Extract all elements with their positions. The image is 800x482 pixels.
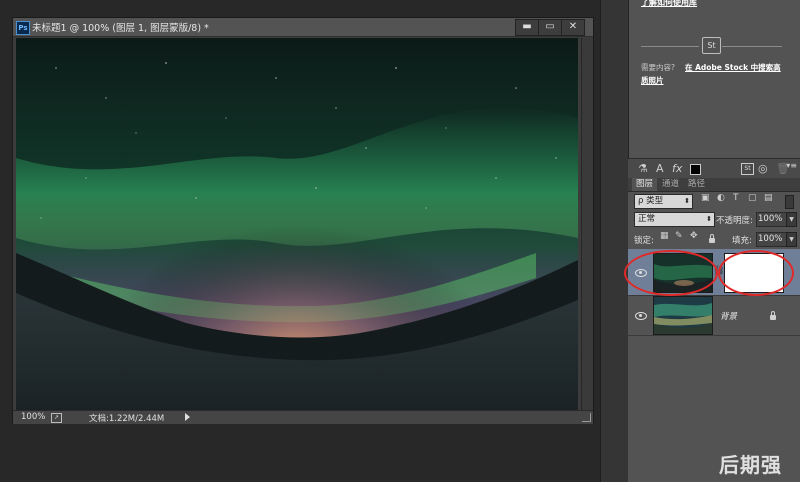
annotation-circle-layer xyxy=(624,250,718,296)
close-button[interactable]: ✕ xyxy=(561,19,585,36)
minimize-button[interactable]: ▬ xyxy=(515,19,539,36)
adjust-filter-icon[interactable]: ◐ xyxy=(717,193,725,203)
paint-icon[interactable]: ⚗ xyxy=(638,162,648,175)
fill-input[interactable]: 100% xyxy=(756,232,787,247)
photoshop-icon: Ps xyxy=(16,21,30,35)
document-titlebar[interactable]: Ps 未标题1 @ 100% (图层 1, 图层蒙版/8) * ▬ ▭ ✕ xyxy=(13,18,593,37)
layer-name[interactable]: 背景 xyxy=(720,310,737,322)
lock-transparent-icon[interactable]: ▦ xyxy=(660,231,669,241)
background-thumbnail-image xyxy=(654,297,712,334)
blend-mode-select[interactable]: 正常 ⬍ xyxy=(634,212,715,227)
chevron-down-icon: ⬍ xyxy=(706,215,712,223)
document-info: 文档:1.22M/2.44M xyxy=(89,414,165,424)
text-filter-icon[interactable]: T xyxy=(733,193,739,203)
tab-paths[interactable]: 路径 xyxy=(684,178,709,191)
lock-all-icon[interactable] xyxy=(709,234,715,243)
lock-label: 锁定: xyxy=(634,236,654,246)
layers-panel: ⚗ A fx St ◎ 🗑 ▾≡ 图层 通道 路径 ρ 类型 ⬍ ▣ ◐ T ▢… xyxy=(624,158,800,482)
export-icon[interactable]: ↗ xyxy=(51,413,62,423)
zoom-level[interactable]: 100% xyxy=(21,412,45,422)
resize-grip-icon[interactable] xyxy=(582,413,591,422)
fill-label: 填充: xyxy=(732,236,752,246)
learn-library-link[interactable]: 了解如何使用库 xyxy=(641,0,697,8)
status-menu-arrow-icon[interactable] xyxy=(185,413,190,421)
fx-icon[interactable]: fx xyxy=(672,162,682,175)
lock-icon xyxy=(770,311,776,320)
filter-label: ρ 类型 xyxy=(638,196,664,206)
maximize-button[interactable]: ▭ xyxy=(538,19,562,36)
tab-channels[interactable]: 通道 xyxy=(658,178,683,191)
workspace: Ps 未标题1 @ 100% (图层 1, 图层蒙版/8) * ▬ ▭ ✕ 10… xyxy=(0,0,600,482)
need-content-label: 需要内容? xyxy=(641,63,675,72)
eye-icon[interactable] xyxy=(635,312,647,320)
smart-filter-icon[interactable]: ▤ xyxy=(764,193,773,203)
stock-icon[interactable]: St xyxy=(741,163,754,175)
vertical-scrollbar[interactable] xyxy=(581,38,593,412)
annotation-circle-mask xyxy=(718,250,794,296)
lock-move-icon[interactable]: ✥ xyxy=(690,231,698,241)
document-window[interactable]: Ps 未标题1 @ 100% (图层 1, 图层蒙版/8) * ▬ ▭ ✕ 10… xyxy=(12,17,594,424)
background-thumbnail[interactable] xyxy=(653,296,713,335)
panel-menu-icon[interactable]: ▾≡ xyxy=(786,161,797,170)
fill-dropdown-icon[interactable]: ▼ xyxy=(786,232,797,247)
adobe-stock-link-line2[interactable]: 质照片 xyxy=(641,75,664,86)
chevron-down-icon: ⬍ xyxy=(684,197,690,205)
opacity-dropdown-icon[interactable]: ▼ xyxy=(786,212,797,227)
layer-row-background[interactable]: 背景 xyxy=(628,295,800,336)
status-bar: 100% ↗ 文档:1.22M/2.44M xyxy=(13,410,593,424)
divider-left xyxy=(641,46,699,47)
aurora-photo xyxy=(16,38,578,412)
panel-dock-strip xyxy=(600,0,629,482)
panel-tabs: 图层 通道 路径 xyxy=(628,178,800,192)
image-filter-icon[interactable]: ▣ xyxy=(701,193,710,203)
view-icon[interactable]: ◎ xyxy=(758,162,768,175)
canvas[interactable] xyxy=(16,38,578,412)
swatch-icon[interactable] xyxy=(690,164,701,175)
opacity-input[interactable]: 100% xyxy=(756,212,787,227)
blend-mode-value: 正常 xyxy=(638,214,656,224)
document-title: 未标题1 @ 100% (图层 1, 图层蒙版/8) * xyxy=(32,23,209,34)
shape-filter-icon[interactable]: ▢ xyxy=(748,193,757,203)
text-A-icon[interactable]: A xyxy=(656,162,664,175)
watermark: 后期强 xyxy=(719,453,782,477)
lock-paint-icon[interactable]: ✎ xyxy=(675,231,683,241)
opacity-label: 不透明度: xyxy=(716,216,753,226)
tab-layers[interactable]: 图层 xyxy=(632,178,658,191)
stock-icon: St xyxy=(702,37,721,54)
filter-toggle[interactable] xyxy=(785,195,794,209)
layer-filter-select[interactable]: ρ 类型 ⬍ xyxy=(634,194,693,209)
divider-right xyxy=(722,46,782,47)
adobe-stock-link[interactable]: 在 Adobe Stock 中搜索高 xyxy=(685,62,781,73)
panel-toolbar: ⚗ A fx St ◎ 🗑 ▾≡ xyxy=(628,158,800,180)
